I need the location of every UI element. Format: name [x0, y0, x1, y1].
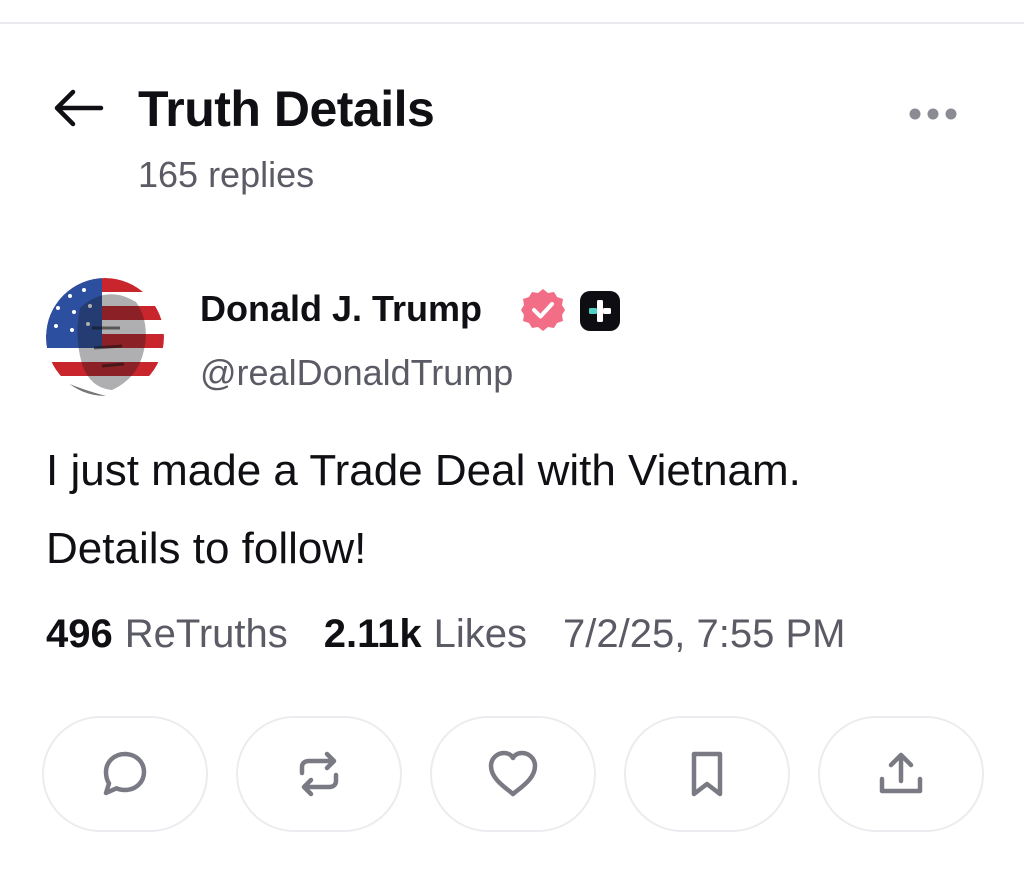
avatar[interactable] [46, 278, 164, 396]
more-horizontal-icon [909, 108, 957, 120]
author-handle[interactable]: @realDonaldTrump [200, 350, 513, 396]
share-icon [879, 752, 923, 794]
verified-badge-icon [521, 289, 565, 331]
more-options-button[interactable] [898, 92, 968, 136]
back-button[interactable] [48, 82, 108, 134]
truth-plus-badge-icon [580, 291, 620, 331]
page-title: Truth Details [138, 81, 435, 137]
like-heart-icon [488, 750, 538, 797]
post-text: I just made a Trade Deal with Vietnam. D… [46, 432, 996, 588]
retruth-button[interactable] [236, 716, 402, 832]
post-stats: 496 ReTruths 2.11k Likes 7/2/25, 7:55 PM [46, 612, 845, 668]
author-name[interactable]: Donald J. Trump [200, 286, 482, 332]
retruths-stat[interactable]: 496 ReTruths [46, 612, 288, 657]
likes-stat[interactable]: 2.11k Likes [324, 612, 527, 657]
post-timestamp: 7/2/25, 7:55 PM [563, 612, 846, 656]
replies-count: 165 replies [138, 154, 315, 195]
retruths-label: ReTruths [124, 612, 288, 656]
top-divider [0, 22, 1024, 24]
bookmark-icon [691, 751, 723, 797]
likes-label: Likes [433, 612, 528, 656]
post-text-line: I just made a Trade Deal with Vietnam. [46, 446, 801, 495]
reply-icon [103, 751, 147, 796]
arrow-left-icon [54, 89, 104, 127]
share-button[interactable] [818, 716, 984, 832]
post-text-line: Details to follow! [46, 524, 367, 573]
reply-button[interactable] [42, 716, 208, 832]
bookmark-button[interactable] [624, 716, 790, 832]
likes-count: 2.11k [323, 612, 422, 656]
retruth-icon [299, 751, 339, 797]
like-button[interactable] [430, 716, 596, 832]
retruths-count: 496 [46, 612, 113, 656]
